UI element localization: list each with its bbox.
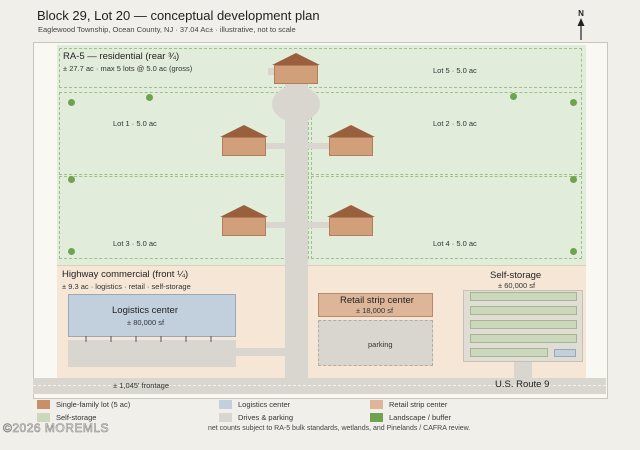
house-icon <box>220 205 268 237</box>
residential-zone-title: RA-5 — residential (rear ¾) <box>63 51 180 62</box>
legend-label-single-family: Single-family lot (5 ac) <box>56 400 131 409</box>
tree-icon <box>510 93 517 100</box>
residential-zone-detail: ± 27.7 ac · max 5 lots @ 5.0 ac (gross) <box>63 64 193 73</box>
cul-de-sac <box>272 86 320 122</box>
legend-swatch-retail <box>370 400 383 409</box>
tree-icon <box>570 176 577 183</box>
lot-3-outline <box>59 176 309 259</box>
lot-3-driveway <box>266 222 286 228</box>
legend-label-landscape: Landscape / buffer <box>389 413 451 422</box>
logistics-truck-court <box>68 340 236 367</box>
lot-2-label: Lot 2 · 5.0 ac <box>433 119 477 128</box>
loading-docks <box>85 336 212 342</box>
lot-5-label: Lot 5 · 5.0 ac <box>433 66 477 75</box>
retail-strip-name: Retail strip center <box>340 295 414 306</box>
tree-icon <box>570 248 577 255</box>
legend-label-retail: Retail strip center <box>389 400 448 409</box>
lot-1-label: Lot 1 · 5.0 ac <box>113 119 157 128</box>
house-icon <box>327 205 375 237</box>
north-arrow-icon: N <box>573 9 589 41</box>
storage-access-drive <box>514 362 532 378</box>
legend-swatch-single-family <box>37 400 50 409</box>
house-icon <box>220 125 268 157</box>
lot-1-driveway <box>266 143 286 149</box>
tree-icon <box>68 176 75 183</box>
legend-swatch-landscape <box>370 413 383 422</box>
storage-unit-row <box>470 348 548 357</box>
storage-unit-row <box>470 320 577 329</box>
house-icon <box>327 125 375 157</box>
storage-unit-row <box>470 306 577 315</box>
logistics-center-size: ± 80,000 sf <box>127 318 165 327</box>
frontage-label: ± 1,045' frontage <box>113 381 170 390</box>
tree-icon <box>146 94 153 101</box>
plan-title: Block 29, Lot 20 — conceptual developmen… <box>37 8 320 23</box>
tree-icon <box>68 248 75 255</box>
lot-2-driveway <box>307 143 329 149</box>
road-name-label: U.S. Route 9 <box>495 379 550 390</box>
logistics-access-drive <box>236 348 286 356</box>
residential-zone <box>57 45 586 265</box>
watermark: ©2026 MOREMLS <box>3 421 110 436</box>
legend-label-logistics: Logistics center <box>238 400 291 409</box>
plan-subtitle: Eaglewood Township, Ocean County, NJ · 3… <box>38 25 296 34</box>
retail-strip-size: ± 18,000 sf <box>356 306 394 315</box>
central-access-drive-commercial <box>285 265 308 378</box>
storage-unit-row <box>470 334 577 343</box>
self-storage-name: Self-storage <box>490 270 542 281</box>
arrow-up-icon <box>577 18 585 40</box>
storage-unit-row <box>470 292 577 301</box>
self-storage-size: ± 60,000 sf <box>498 281 536 290</box>
legend-swatch-logistics <box>219 400 232 409</box>
commercial-zone-title: Highway commercial (front ¼) <box>62 269 189 280</box>
legend-label-drives: Drives & parking <box>238 413 294 422</box>
logistics-center-name: Logistics center <box>112 305 179 316</box>
footer-note-text: net counts subject to RA-5 bulk standard… <box>208 425 471 432</box>
parking-label: parking <box>368 340 393 349</box>
lot-3-label: Lot 3 · 5.0 ac <box>113 239 157 248</box>
storage-office <box>554 349 576 357</box>
tree-icon <box>570 99 577 106</box>
house-icon <box>272 53 320 85</box>
tree-icon <box>68 99 75 106</box>
legend-swatch-drives <box>219 413 232 422</box>
lot-4-driveway <box>307 222 329 228</box>
lot-4-label: Lot 4 · 5.0 ac <box>433 239 477 248</box>
commercial-zone-detail: ± 9.3 ac · logistics · retail · self-sto… <box>62 282 191 291</box>
